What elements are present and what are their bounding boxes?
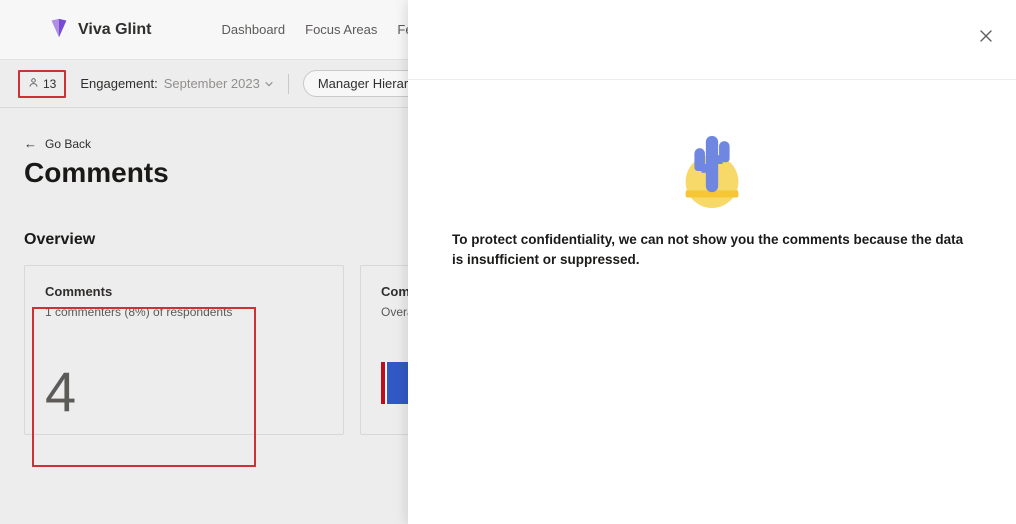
people-icon (28, 77, 39, 91)
go-back-label: Go Back (45, 137, 91, 151)
brand-name: Viva Glint (78, 21, 152, 39)
empty-state: To protect confidentiality, we can not s… (408, 80, 1016, 269)
respondent-count-badge[interactable]: 13 (18, 70, 66, 98)
engagement-filter[interactable]: Engagement: September 2023 (80, 76, 273, 91)
close-icon (978, 28, 994, 44)
nav-focus-areas[interactable]: Focus Areas (305, 22, 377, 37)
divider (288, 74, 289, 94)
comments-card-title: Comments (45, 284, 323, 299)
confidentiality-panel: To protect confidentiality, we can not s… (408, 0, 1016, 524)
confidentiality-message: To protect confidentiality, we can not s… (448, 230, 976, 269)
brand: Viva Glint (48, 17, 152, 42)
cactus-illustration (448, 120, 976, 208)
comments-card[interactable]: Comments 1 commenters (8%) of respondent… (24, 265, 344, 435)
brand-logo-icon (48, 17, 70, 42)
main-nav: Dashboard Focus Areas Feed (222, 22, 428, 37)
panel-header (408, 0, 1016, 80)
cactus-icon (668, 120, 756, 208)
respondent-count: 13 (43, 77, 56, 91)
close-button[interactable] (978, 28, 994, 47)
comments-card-subtitle: 1 commenters (8%) of respondents (45, 305, 323, 319)
comments-card-value: 4 (45, 359, 76, 424)
arrow-left-icon: ← (24, 136, 37, 151)
engagement-filter-label: Engagement: (80, 76, 157, 91)
nav-dashboard[interactable]: Dashboard (222, 22, 286, 37)
engagement-filter-value: September 2023 (164, 76, 274, 91)
chevron-down-icon (264, 79, 274, 89)
